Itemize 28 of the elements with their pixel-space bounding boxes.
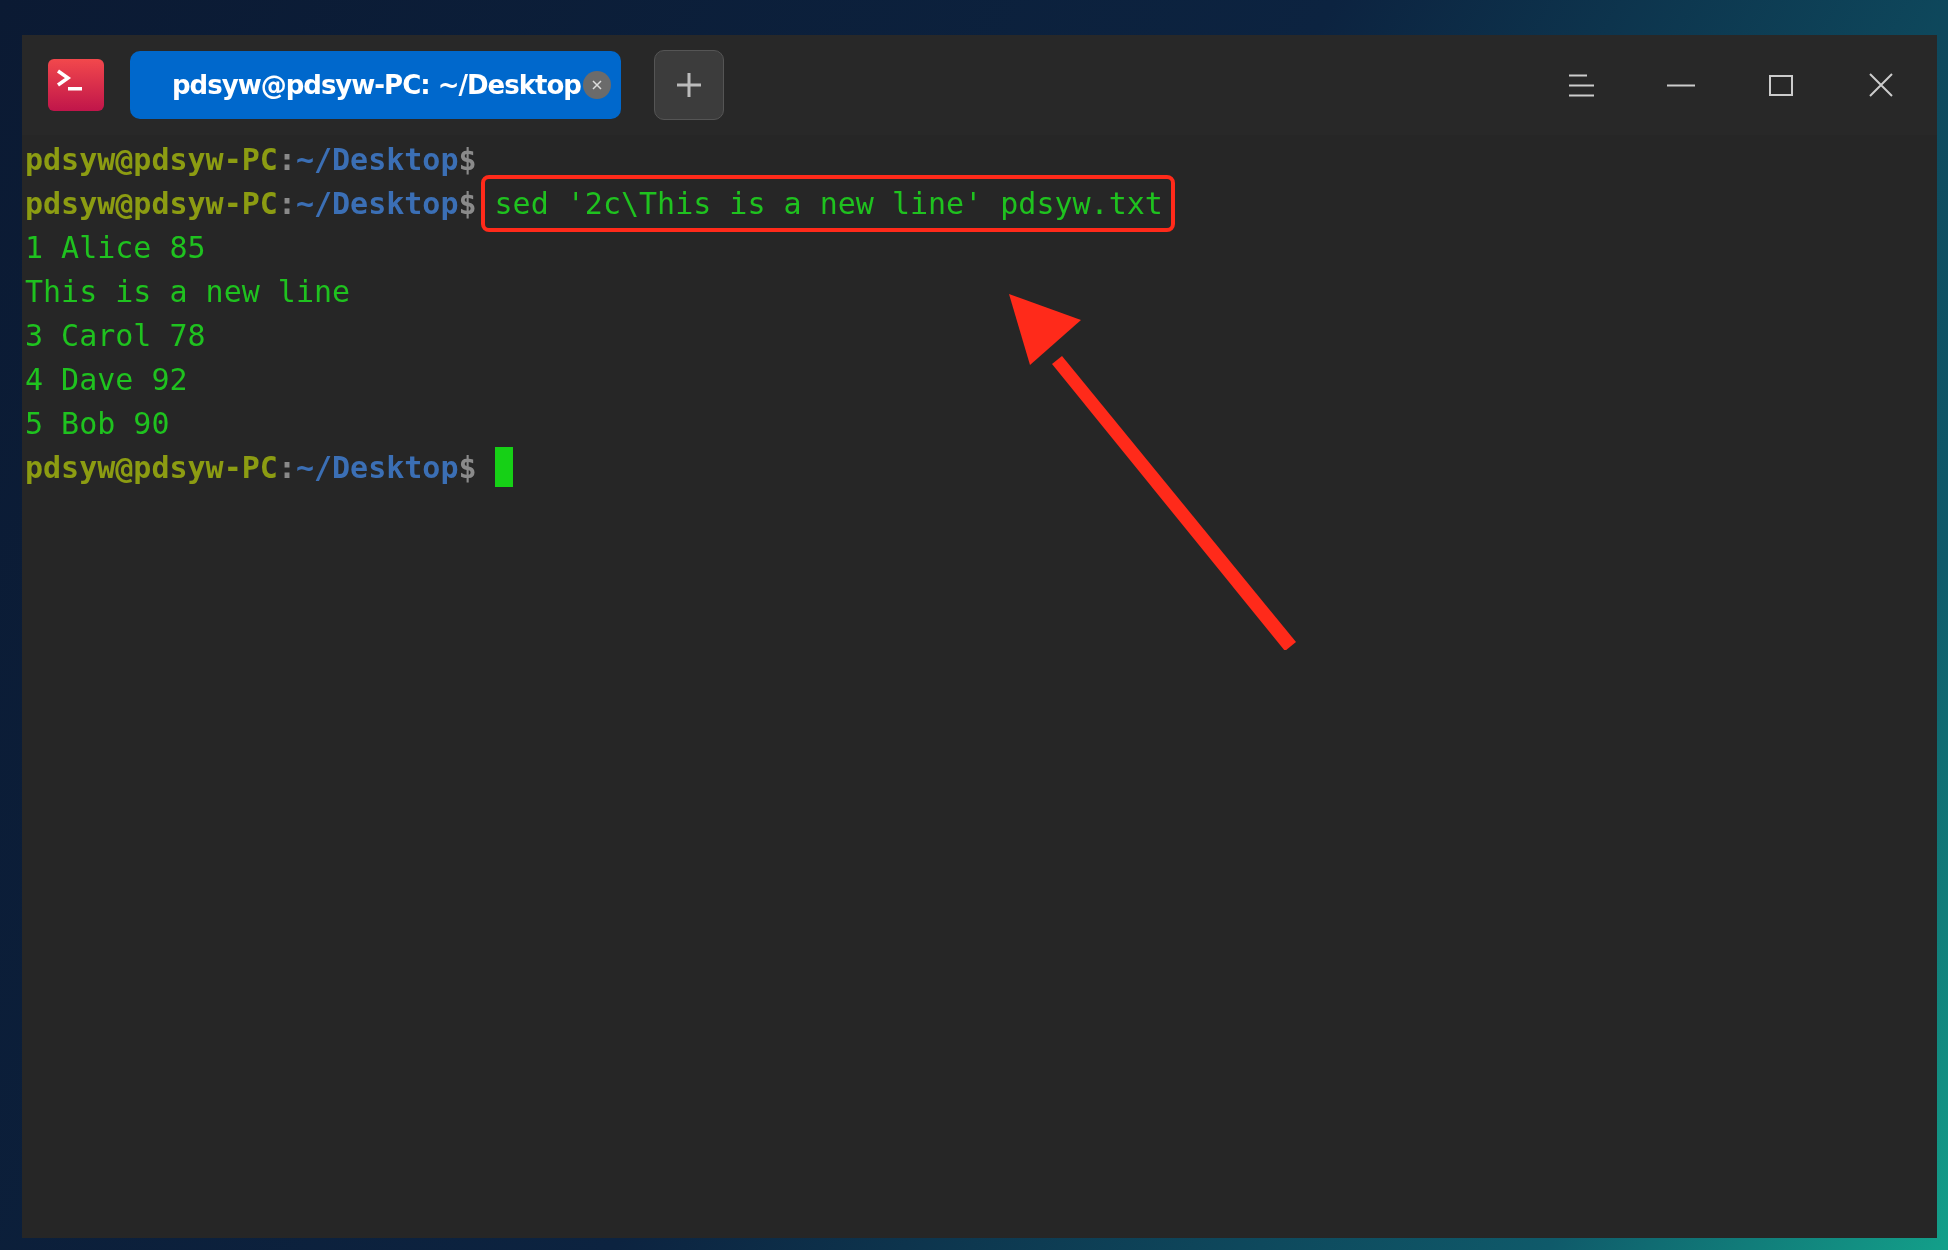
prompt-user: pdsyw@pdsyw-PC [25, 184, 278, 223]
command-text: sed '2c\This is a new line' pdsyw.txt [494, 185, 1163, 221]
tab-title: pdsyw@pdsyw-PC: ~/Desktop [172, 68, 581, 102]
output-line: 5 Bob 90 [25, 404, 170, 443]
terminal-tab[interactable]: pdsyw@pdsyw-PC: ~/Desktop [130, 51, 621, 119]
output-line: 3 Carol 78 [25, 316, 206, 355]
prompt-symbol: $ [458, 448, 477, 487]
prompt-path: ~/Desktop [295, 448, 459, 487]
close-icon [1869, 73, 1893, 97]
prompt-separator: : [277, 184, 296, 223]
prompt-symbol: $ [458, 140, 477, 179]
prompt-user: pdsyw@pdsyw-PC [25, 448, 278, 487]
menu-icon [1568, 73, 1594, 97]
maximize-icon [1769, 74, 1793, 96]
close-tab-icon[interactable] [582, 71, 611, 99]
prompt-separator: : [277, 140, 296, 179]
prompt-symbol: $ [458, 184, 477, 223]
prompt-user: pdsyw@pdsyw-PC [25, 140, 278, 179]
plus-icon [675, 72, 702, 98]
output-line: This is a new line [25, 272, 351, 311]
terminal-app-icon [48, 59, 104, 111]
prompt-path: ~/Desktop [295, 140, 459, 179]
prompt-path: ~/Desktop [295, 184, 459, 223]
prompt-separator: : [277, 448, 296, 487]
minimize-icon [1667, 83, 1695, 87]
output-line: 4 Dave 92 [25, 360, 188, 399]
output-line: 1 Alice 85 [25, 228, 206, 267]
new-tab-button[interactable] [653, 50, 724, 120]
